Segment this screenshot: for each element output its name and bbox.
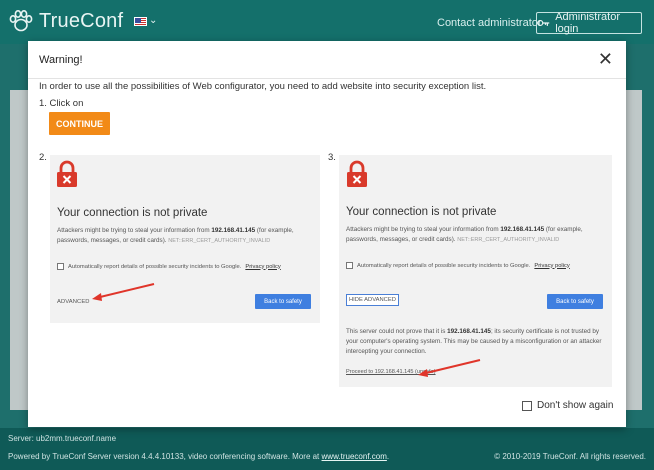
footer-server: Server: ub2mm.trueconf.name — [8, 434, 117, 443]
warning-dialog: Warning! ✕ In order to use all the possi… — [28, 41, 626, 427]
footer-copyright: © 2010-2019 TrueConf. All rights reserve… — [494, 452, 646, 461]
dialog-intro-text: In order to use all the possibilities of… — [39, 81, 487, 92]
administrator-login-button[interactable]: Administrator login — [536, 11, 642, 35]
red-lock-icon — [57, 160, 77, 187]
more-pre: This server could not prove that it is — [346, 328, 448, 335]
host-address: 192.168.41.145 — [447, 328, 491, 335]
step-1-label: 1. Click on — [39, 98, 84, 109]
privacy-heading: Your connection is not private — [346, 206, 497, 218]
privacy-policy-link[interactable]: Privacy policy — [534, 263, 569, 269]
red-arrow-icon — [418, 359, 481, 377]
trueconf-paw-logo-icon — [9, 9, 33, 32]
footer-powered-text: Powered by TrueConf Server version 4.4.4… — [8, 452, 322, 461]
body-pre: Attackers might be trying to steal your … — [346, 226, 501, 233]
us-flag-icon[interactable] — [134, 17, 147, 26]
step-3-label: 3. — [328, 152, 336, 163]
dialog-header: Warning! ✕ — [28, 41, 626, 79]
certificate-explanation: This server could not prove that it is 1… — [346, 327, 602, 357]
report-checkbox-row[interactable]: Automatically report details of possible… — [57, 263, 281, 270]
dont-show-again-checkbox[interactable] — [522, 400, 532, 411]
dialog-title: Warning! — [39, 54, 83, 66]
key-icon — [537, 19, 550, 27]
step-2-label: 2. — [39, 152, 47, 163]
trueconf-logo[interactable]: TrueConf — [8, 9, 123, 33]
report-checkbox[interactable] — [57, 263, 64, 270]
error-code: NET::ERR_CERT_AUTHORITY_INVALID — [168, 238, 271, 244]
advanced-link[interactable]: ADVANCED — [57, 299, 90, 305]
report-text: Automatically report details of possible… — [357, 262, 531, 269]
back-to-safety-button[interactable]: Back to safety — [255, 294, 311, 309]
body-pre: Attackers might be trying to steal your … — [57, 227, 212, 234]
privacy-heading: Your connection is not private — [57, 207, 208, 219]
report-checkbox[interactable] — [346, 262, 353, 269]
host-address: 192.168.41.145 — [211, 227, 256, 234]
hide-advanced-link[interactable]: HIDE ADVANCED — [346, 294, 399, 306]
report-text: Automatically report details of possible… — [68, 263, 242, 270]
brand-name: TrueConf — [39, 9, 124, 32]
host-address: 192.168.41.145 — [500, 226, 545, 233]
privacy-body: Attackers might be trying to steal your … — [57, 226, 312, 246]
footer: Server: ub2mm.trueconf.name Powered by T… — [0, 428, 654, 470]
administrator-login-label: Administrator login — [555, 11, 620, 35]
dont-show-again-label: Don't show again — [537, 400, 614, 411]
chevron-down-icon[interactable]: ⌄ — [149, 15, 157, 26]
continue-button[interactable]: CONTINUE — [49, 112, 110, 135]
red-arrow-icon — [92, 283, 155, 301]
trueconf-website-link[interactable]: www.trueconf.com — [322, 452, 387, 461]
footer-powered-end: . — [386, 452, 390, 461]
privacy-body: Attackers might be trying to steal your … — [346, 225, 604, 245]
red-lock-icon — [347, 160, 367, 187]
report-checkbox-row[interactable]: Automatically report details of possible… — [346, 262, 570, 269]
contact-administrator-link[interactable]: Contact administrator — [437, 17, 542, 29]
footer-powered-by: Powered by TrueConf Server version 4.4.4… — [8, 452, 389, 461]
step-3-screenshot: Your connection is not private Attackers… — [339, 155, 612, 387]
close-icon[interactable]: ✕ — [598, 50, 613, 68]
privacy-policy-link[interactable]: Privacy policy — [245, 264, 280, 270]
top-bar: TrueConf ⌄ Contact administrator Adminis… — [0, 0, 654, 44]
dont-show-again-row[interactable]: Don't show again — [522, 400, 613, 411]
error-code: NET::ERR_CERT_AUTHORITY_INVALID — [457, 237, 560, 243]
back-to-safety-button[interactable]: Back to safety — [547, 294, 603, 309]
